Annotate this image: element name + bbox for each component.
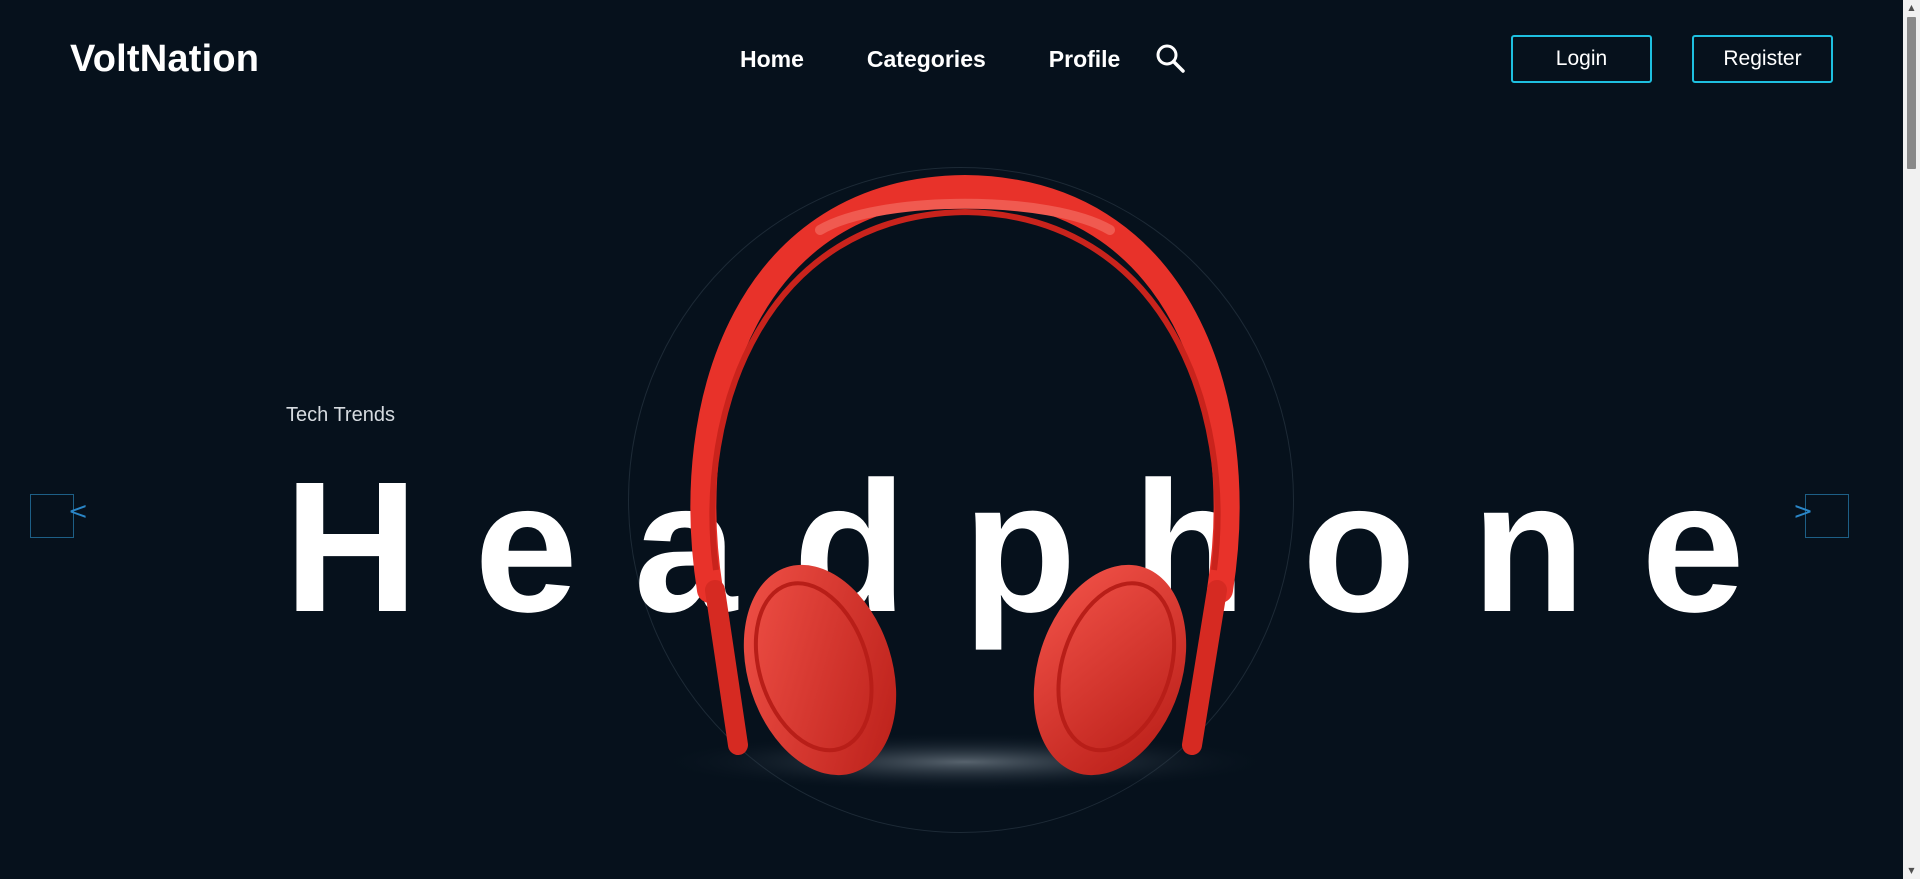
chevron-right-icon: > — [1793, 497, 1814, 525]
brand-logo[interactable]: VoltNation — [70, 38, 259, 81]
hero-tagline: Tech Trends — [286, 404, 395, 426]
chevron-left-icon: < — [68, 497, 89, 525]
nav-home[interactable]: Home — [740, 46, 804, 73]
register-button[interactable]: Register — [1692, 35, 1833, 83]
nav-profile[interactable]: Profile — [1049, 46, 1121, 73]
landing-page: VoltNation Home Categories Profile Login… — [0, 0, 1920, 879]
nav-categories[interactable]: Categories — [867, 46, 986, 73]
scroll-down-icon[interactable]: ▼ — [1903, 863, 1920, 879]
main-nav: Home Categories Profile — [740, 44, 1186, 74]
page-scrollbar[interactable]: ▲ ▼ — [1903, 0, 1920, 879]
login-button[interactable]: Login — [1511, 35, 1652, 83]
search-icon[interactable] — [1154, 42, 1186, 74]
scroll-thumb[interactable] — [1907, 17, 1916, 169]
scroll-up-icon[interactable]: ▲ — [1903, 0, 1920, 16]
headphones-image — [655, 174, 1270, 792]
